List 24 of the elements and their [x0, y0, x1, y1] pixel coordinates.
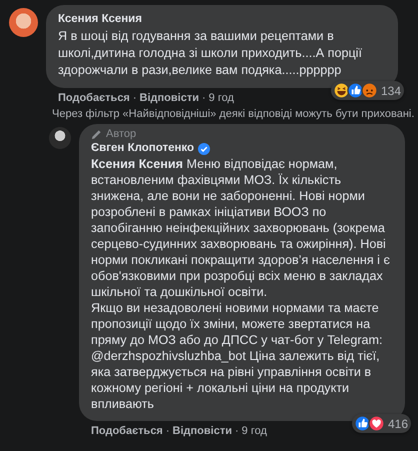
separator-dot: · [234, 424, 239, 438]
reaction-count: 134 [380, 84, 401, 98]
separator-dot: · [202, 91, 206, 105]
reaction-count: 416 [388, 416, 408, 430]
reply-text: Ксения Ксения Меню відповідає нормам, встановленим фахівцями МОЗ. Їх кількість знижена, але вони не забороненні. Нові норми розроблені в рамках ініціативи ВООЗ по запобіганню неінфекційних захворювань (зокрема серцево-судинних захворювань та ожиріння). Нові норми покликані покращити здоров’я населення і є обов'язковими при розробці всіх меню в закладах шкільної та дошкільної освіти. [91, 156, 391, 300]
avatar[interactable] [9, 8, 38, 37]
timestamp[interactable]: 9 год [242, 424, 267, 438]
separator-dot: · [166, 424, 170, 438]
author-label: Автор [106, 128, 136, 141]
filter-note: Через фільтр «Найвідповідніші» деякі відповіді можуть бути приховані. [52, 107, 414, 122]
like-link[interactable]: Подобається [58, 91, 130, 105]
pencil-icon [91, 129, 102, 140]
reply-text: Якщо ви незадоволені новими нормами та маєте пропозиції щодо їх зміни, можете звертатися на пряму до МОЗ або до ДПСС у чат-бот у Telegram: @derzhspozhivsluzhba_bot Ціна залежить від тієї, яка затверджується на рівні управління освіти в кожному регіоні + локальні ціни на продукти впливають [91, 300, 384, 412]
reply-link[interactable]: Відповісти [140, 91, 199, 105]
author-name[interactable]: Євген Клопотенко [91, 141, 194, 156]
avatar[interactable] [49, 127, 71, 149]
author-name[interactable]: Ксения Ксения [58, 12, 386, 27]
like-link[interactable]: Подобається [91, 424, 163, 438]
reactions-badge[interactable]: 416 [352, 414, 411, 433]
reply-link[interactable]: Відповісти [172, 424, 232, 438]
reactions-badge[interactable]: 134 [330, 81, 404, 100]
separator-dot: · [132, 91, 137, 105]
timestamp[interactable]: 9 год [208, 91, 234, 105]
comment-text: Я в шоці від годування за вашими рецептами в школі,дитина голодна зі школи приходить....А порції здорожчали в рази,велике вам подяка.....рррррр [58, 28, 363, 79]
